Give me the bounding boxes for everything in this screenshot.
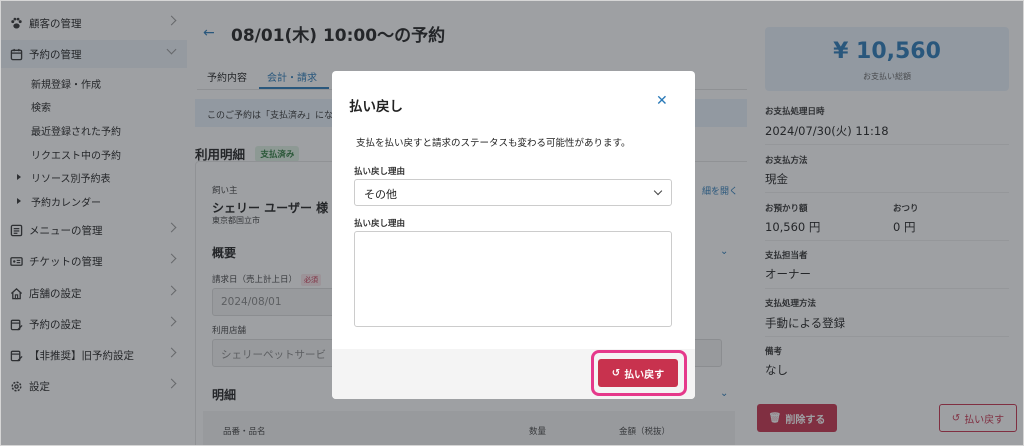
refund-modal: 払い戻し ✕ 支払を払い戻すと請求のステータスも変わる可能性があります。 払い戻… — [332, 71, 695, 399]
undo-icon: ↺ — [611, 367, 621, 379]
reason-text-label: 払い戻し理由 — [354, 219, 406, 229]
chevron-down-icon — [653, 186, 663, 196]
reason-textarea[interactable] — [354, 231, 672, 327]
refund-submit-button[interactable]: ↺ 払い戻す — [598, 359, 678, 387]
close-icon[interactable]: ✕ — [656, 93, 668, 109]
modal-description: 支払を払い戻すと請求のステータスも変わる可能性があります。 — [356, 138, 631, 149]
reason-select-label: 払い戻し理由 — [354, 167, 406, 177]
refund-submit-label: 払い戻す — [624, 369, 665, 381]
reason-select[interactable]: その他 — [354, 179, 672, 206]
app-window: 顧客の管理 予約の管理 新規登録・作成 検索 最近登録された予約 リクエスト中の… — [0, 0, 1024, 446]
modal-title: 払い戻し — [349, 99, 403, 115]
reason-select-value: その他 — [364, 188, 397, 201]
